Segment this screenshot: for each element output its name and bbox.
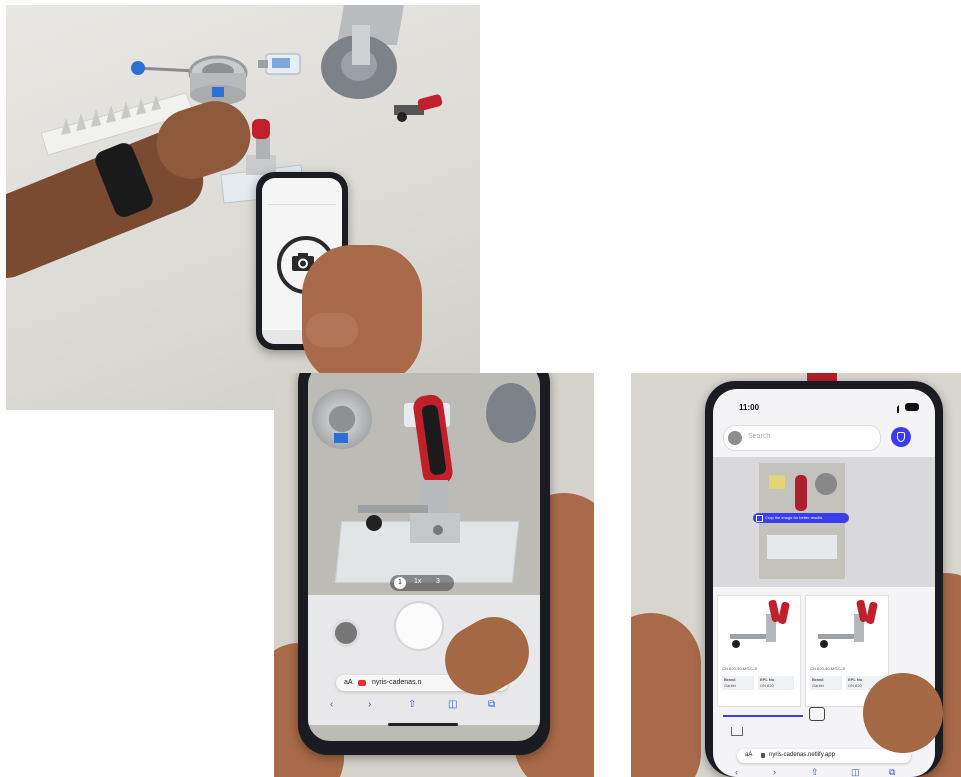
tabs-icon[interactable]: ⧉ <box>488 699 495 710</box>
caster-wheel <box>321 5 404 99</box>
photo-bottom-right: 11:00 Search Crop the image for better r… <box>631 373 961 777</box>
result-tag-brand-label: Brand <box>724 677 736 682</box>
result-tag-epl-label: EPL No <box>760 677 775 682</box>
result-tag-epl: EPL No GN 820 <box>758 676 794 690</box>
reader-mode-label[interactable]: aA <box>344 679 353 686</box>
result-product-image <box>730 600 790 648</box>
result-tag-brand: Brand Ganter <box>810 676 842 690</box>
search-bar[interactable]: Search <box>723 425 881 451</box>
zoom-selector[interactable]: 1 1x 3 <box>390 575 454 591</box>
safari-toolbar: ‹ › ⇧ ◫ ⧉ <box>735 767 925 777</box>
zoom-option-1[interactable]: 1 <box>394 577 406 589</box>
tabs-icon[interactable]: ⧉ <box>889 767 895 777</box>
forward-icon[interactable]: › <box>773 767 776 777</box>
status-time: 11:00 <box>739 403 760 412</box>
lock-icon <box>761 753 765 758</box>
result-title: GN 820-30-MS-C-S <box>722 666 758 671</box>
home-indicator <box>388 723 458 726</box>
hand-left-3 <box>631 613 701 777</box>
handle-thumb <box>795 475 807 511</box>
bookmarks-icon[interactable]: ◫ <box>448 699 457 710</box>
sensor-thumb <box>769 475 785 489</box>
reader-mode-label[interactable]: aA <box>745 752 752 758</box>
result-product-image <box>818 600 878 648</box>
safari-url-bar[interactable]: aA nyris-cadenas.netlify.app <box>737 749 911 763</box>
camera-button[interactable] <box>809 707 825 721</box>
zoom-option-3[interactable]: 3 <box>436 578 440 585</box>
back-icon[interactable]: ‹ <box>330 699 333 710</box>
nyris-logo-icon <box>728 431 742 445</box>
bookmarks-icon[interactable]: ◫ <box>851 767 860 777</box>
valve-blue-tab <box>334 433 348 443</box>
back-icon[interactable]: ‹ <box>735 767 738 777</box>
url-domain[interactable]: nyris-cadenas.netlify.app <box>769 752 835 758</box>
image-preview-panel: Crop the image for better results <box>713 457 935 587</box>
photo-top-left <box>6 5 480 410</box>
toggle-clamp-main <box>358 394 460 543</box>
crop-icon <box>756 515 763 522</box>
phone-photo2: 1 1x 3 aA nyris-cadenas.n ‹ › ⇧ ◫ ⧉ <box>298 373 550 755</box>
result-tag-brand-value: Ganter <box>812 683 825 688</box>
zoom-option-1x[interactable]: 1x <box>414 578 421 585</box>
result-tag-epl-value: GN 820 <box>760 683 774 688</box>
butterfly-valve <box>131 55 248 105</box>
share-icon[interactable]: ⇧ <box>408 699 416 710</box>
crop-tip-badge: Crop the image for better results <box>753 513 849 523</box>
status-icons <box>889 403 919 413</box>
result-tag-epl-value: GN 820 <box>848 683 862 688</box>
filter-icon <box>897 432 905 442</box>
toggle-clamp-small <box>394 94 443 122</box>
result-tag-brand: Brand Ganter <box>722 676 754 690</box>
forward-icon[interactable]: › <box>368 699 371 710</box>
safari-toolbar: ‹ › ⇧ ◫ ⧉ <box>330 699 530 713</box>
result-tag-brand-label: Brand <box>812 677 824 682</box>
crop-tip-text: Crop the image for better results <box>765 515 823 520</box>
photo-bottom-middle: 1 1x 3 aA nyris-cadenas.n ‹ › ⇧ ◫ ⧉ <box>274 373 594 777</box>
results-scroll-indicator <box>723 715 803 717</box>
result-card[interactable]: GN 820-30-MS-C-S Brand Ganter EPL No GN … <box>717 595 801 707</box>
base-thumb <box>767 535 837 559</box>
search-placeholder: Search <box>748 433 771 440</box>
shutter-button[interactable] <box>396 603 442 649</box>
gallery-button[interactable] <box>332 619 360 647</box>
thumb <box>306 313 358 347</box>
share-icon[interactable]: ⇧ <box>811 767 819 777</box>
record-icon <box>358 680 366 686</box>
result-tag-epl-label: EPL No <box>848 677 863 682</box>
url-domain[interactable]: nyris-cadenas.n <box>372 679 421 686</box>
result-tag-brand-value: Ganter <box>724 683 737 688</box>
result-title: GN 820-40-MS-C-S <box>810 666 846 671</box>
home-icon[interactable] <box>731 727 743 736</box>
sensor-box <box>258 53 301 75</box>
filter-button[interactable] <box>891 427 911 447</box>
wheel-thumb <box>815 473 837 495</box>
